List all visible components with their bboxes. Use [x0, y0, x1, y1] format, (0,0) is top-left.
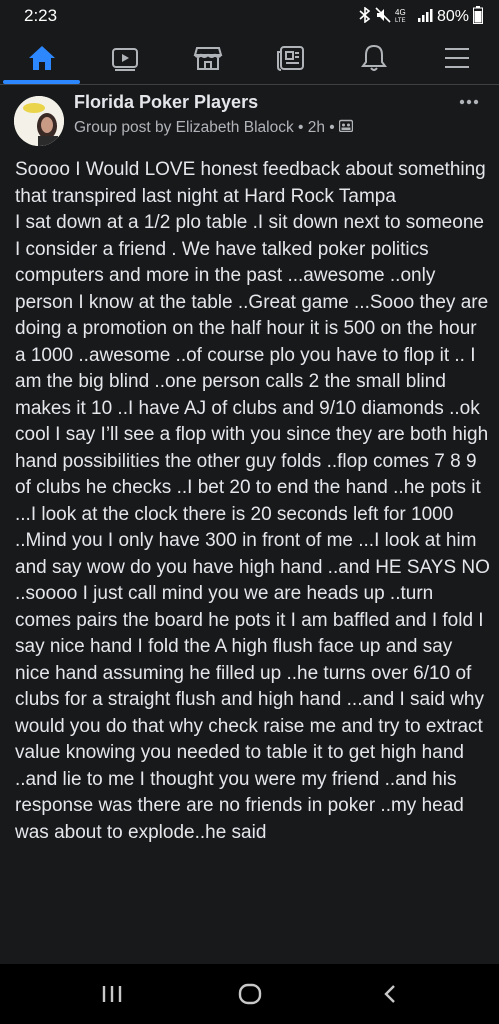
signal-icon	[417, 7, 433, 27]
tab-notifications[interactable]	[332, 32, 415, 84]
system-home-button[interactable]	[200, 964, 300, 1024]
home-circle-icon	[238, 983, 262, 1005]
bluetooth-icon	[359, 6, 371, 27]
svg-text:LTE: LTE	[395, 18, 406, 23]
post-body-text: Soooo I Would LOVE honest feedback about…	[15, 159, 490, 843]
group-name[interactable]: Florida Poker Players	[74, 92, 258, 113]
post-meta-text: Group post by Elizabeth Blalock • 2h •	[74, 119, 335, 136]
marketplace-icon	[193, 47, 222, 70]
group-privacy-icon	[338, 119, 353, 137]
back-icon	[384, 985, 395, 1003]
tab-marketplace[interactable]	[166, 32, 249, 84]
more-options-button[interactable]	[459, 88, 479, 111]
status-time: 2:23	[24, 6, 58, 25]
battery-percent: 80%	[436, 8, 469, 25]
notifications-bell-icon	[360, 44, 387, 71]
group-avatar[interactable]	[14, 96, 64, 146]
app-nav-bar	[0, 32, 499, 85]
system-navigation-bar	[0, 964, 499, 1024]
mute-icon	[375, 7, 391, 27]
group-avatar-image	[14, 96, 64, 146]
news-icon	[276, 46, 304, 71]
tab-menu[interactable]	[415, 32, 498, 84]
post-meta: Group post by Elizabeth Blalock • 2h •	[74, 119, 353, 137]
more-options-icon	[459, 99, 479, 105]
tab-watch[interactable]	[83, 32, 166, 84]
4g-lte-icon: 4G LTE	[395, 7, 413, 27]
tab-news[interactable]	[249, 32, 332, 84]
battery-icon	[473, 6, 483, 28]
status-icons: 4G LTE 80%	[359, 6, 483, 28]
status-bar: 2:23 4G LTE 80%	[0, 0, 499, 32]
svg-text:4G: 4G	[395, 8, 406, 17]
recent-apps-icon	[102, 986, 122, 1002]
recent-apps-button[interactable]	[62, 964, 162, 1024]
watch-icon	[111, 48, 138, 71]
tab-home[interactable]	[0, 32, 83, 84]
back-button[interactable]	[340, 964, 440, 1024]
menu-icon	[444, 48, 469, 68]
home-icon	[28, 46, 55, 70]
